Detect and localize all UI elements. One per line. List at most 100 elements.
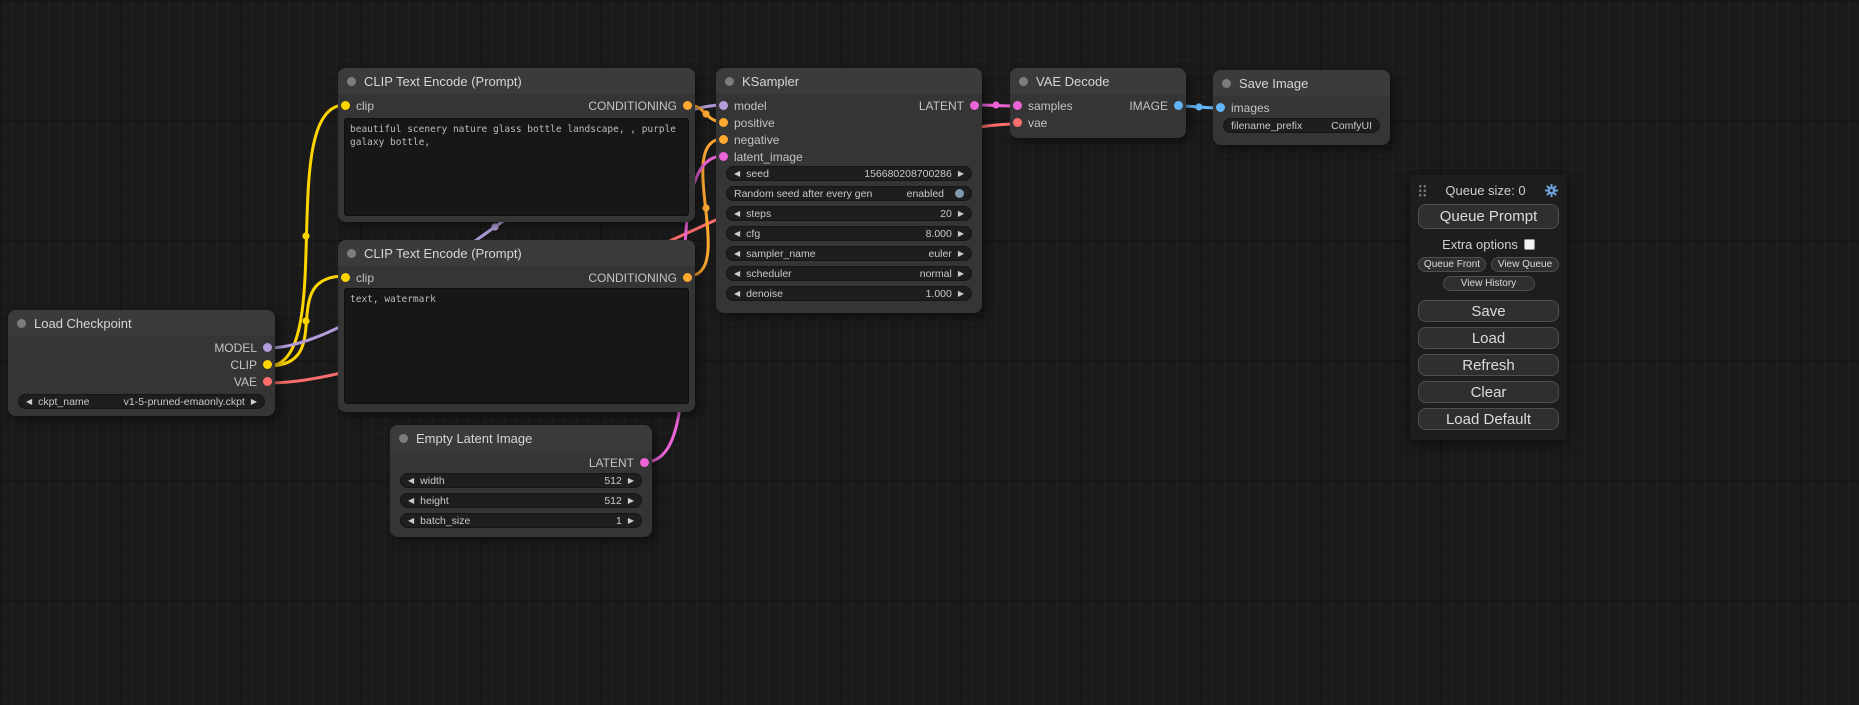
widget-value: 512 — [604, 475, 622, 487]
settings-gear-icon[interactable] — [1544, 183, 1559, 198]
queue-front-button[interactable]: Queue Front — [1418, 257, 1486, 272]
node-status-dot[interactable] — [1222, 79, 1231, 88]
output-slot-conditioning[interactable] — [683, 101, 692, 110]
extra-options-label: Extra options — [1442, 237, 1518, 252]
input-slot-clip[interactable] — [341, 101, 350, 110]
input-slot-vae[interactable] — [1013, 118, 1022, 127]
widget-value: 512 — [604, 495, 622, 507]
node-status-dot[interactable] — [347, 77, 356, 86]
input-slot-positive[interactable] — [719, 118, 728, 127]
increment-arrow-icon[interactable]: ▶ — [958, 230, 964, 238]
widget-denoise[interactable]: ◀ denoise 1.000 ▶ — [726, 286, 972, 301]
node-clip-text-encode-positive[interactable]: CLIP Text Encode (Prompt) clip CONDITION… — [338, 68, 695, 222]
decrement-arrow-icon[interactable]: ◀ — [734, 250, 740, 258]
output-slot-vae[interactable] — [263, 377, 272, 386]
widget-random-seed-toggle[interactable]: Random seed after every gen enabled — [726, 186, 972, 201]
widget-batch-size[interactable]: ◀ batch_size 1 ▶ — [400, 513, 642, 528]
node-title: Load Checkpoint — [34, 316, 132, 331]
output-slot-latent[interactable] — [970, 101, 979, 110]
increment-arrow-icon[interactable]: ▶ — [628, 517, 634, 525]
decrement-arrow-icon[interactable]: ◀ — [408, 517, 414, 525]
widget-steps[interactable]: ◀ steps 20 ▶ — [726, 206, 972, 221]
queue-prompt-button[interactable]: Queue Prompt — [1418, 204, 1559, 229]
node-title-bar[interactable]: KSampler — [716, 68, 982, 94]
widget-name: batch_size — [420, 515, 470, 527]
widget-ckpt-name[interactable]: ◀ ckpt_name v1-5-pruned-emaonly.ckpt ▶ — [18, 394, 265, 409]
widget-value: v1-5-pruned-emaonly.ckpt — [124, 396, 245, 408]
decrement-arrow-icon[interactable]: ◀ — [734, 170, 740, 178]
node-clip-text-encode-negative[interactable]: CLIP Text Encode (Prompt) clip CONDITION… — [338, 240, 695, 412]
widget-filename-prefix[interactable]: filename_prefix ComfyUI — [1223, 118, 1380, 133]
output-slot-conditioning[interactable] — [683, 273, 692, 282]
save-button[interactable]: Save — [1418, 300, 1559, 322]
widget-width[interactable]: ◀ width 512 ▶ — [400, 473, 642, 488]
view-queue-button[interactable]: View Queue — [1491, 257, 1559, 272]
decrement-arrow-icon[interactable]: ◀ — [734, 270, 740, 278]
input-label-model: model — [734, 99, 767, 113]
increment-arrow-icon[interactable]: ▶ — [628, 477, 634, 485]
widget-name: seed — [746, 168, 769, 180]
node-graph-canvas[interactable]: Load Checkpoint MODEL CLIP VAE ◀ ckpt_na… — [0, 0, 1859, 705]
output-slot-model[interactable] — [263, 343, 272, 352]
input-slot-images[interactable] — [1216, 103, 1225, 112]
widget-cfg[interactable]: ◀ cfg 8.000 ▶ — [726, 226, 972, 241]
increment-arrow-icon[interactable]: ▶ — [958, 290, 964, 298]
input-slot-samples[interactable] — [1013, 101, 1022, 110]
toggle-indicator-icon[interactable] — [955, 189, 964, 198]
input-slot-negative[interactable] — [719, 135, 728, 144]
node-save-image[interactable]: Save Image images filename_prefix ComfyU… — [1213, 70, 1390, 145]
decrement-arrow-icon[interactable]: ◀ — [734, 290, 740, 298]
output-slot-clip[interactable] — [263, 360, 272, 369]
node-title-bar[interactable]: Empty Latent Image — [390, 425, 652, 451]
output-label-conditioning: CONDITIONING — [588, 99, 677, 113]
node-vae-decode[interactable]: VAE Decode samples IMAGE vae — [1010, 68, 1186, 138]
node-title-bar[interactable]: CLIP Text Encode (Prompt) — [338, 68, 695, 94]
node-status-dot[interactable] — [17, 319, 26, 328]
increment-arrow-icon[interactable]: ▶ — [958, 250, 964, 258]
output-slot-latent[interactable] — [640, 458, 649, 467]
widget-seed[interactable]: ◀ seed 156680208700286 ▶ — [726, 166, 972, 181]
extra-options-checkbox[interactable] — [1524, 239, 1535, 250]
widget-name: ckpt_name — [38, 396, 89, 408]
decrement-arrow-icon[interactable]: ◀ — [408, 477, 414, 485]
clear-button[interactable]: Clear — [1418, 381, 1559, 403]
node-status-dot[interactable] — [399, 434, 408, 443]
node-status-dot[interactable] — [725, 77, 734, 86]
node-title-bar[interactable]: VAE Decode — [1010, 68, 1186, 94]
positive-prompt-textarea[interactable]: beautiful scenery nature glass bottle la… — [344, 118, 689, 216]
widget-height[interactable]: ◀ height 512 ▶ — [400, 493, 642, 508]
decrement-arrow-icon[interactable]: ◀ — [408, 497, 414, 505]
node-title-bar[interactable]: Save Image — [1213, 70, 1390, 96]
load-button[interactable]: Load — [1418, 327, 1559, 349]
input-label-clip: clip — [356, 99, 374, 113]
input-slot-clip[interactable] — [341, 273, 350, 282]
input-slot-latent-image[interactable] — [719, 152, 728, 161]
load-default-button[interactable]: Load Default — [1418, 408, 1559, 430]
node-status-dot[interactable] — [1019, 77, 1028, 86]
drag-handle-icon[interactable] — [1418, 184, 1427, 197]
widget-name: filename_prefix — [1231, 120, 1302, 132]
node-title-bar[interactable]: CLIP Text Encode (Prompt) — [338, 240, 695, 266]
node-title-bar[interactable]: Load Checkpoint — [8, 310, 275, 336]
negative-prompt-textarea[interactable]: text, watermark — [344, 288, 689, 404]
node-ksampler[interactable]: KSampler model LATENT positive negative — [716, 68, 982, 313]
widget-sampler-name[interactable]: ◀ sampler_name euler ▶ — [726, 246, 972, 261]
increment-arrow-icon[interactable]: ▶ — [958, 210, 964, 218]
widget-scheduler[interactable]: ◀ scheduler normal ▶ — [726, 266, 972, 281]
node-empty-latent-image[interactable]: Empty Latent Image LATENT ◀ width 512 ▶ … — [390, 425, 652, 537]
increment-arrow-icon[interactable]: ▶ — [628, 497, 634, 505]
node-load-checkpoint[interactable]: Load Checkpoint MODEL CLIP VAE ◀ ckpt_na… — [8, 310, 275, 416]
view-history-button[interactable]: View History — [1443, 276, 1535, 291]
decrement-arrow-icon[interactable]: ◀ — [26, 398, 32, 406]
decrement-arrow-icon[interactable]: ◀ — [734, 210, 740, 218]
increment-arrow-icon[interactable]: ▶ — [958, 270, 964, 278]
increment-arrow-icon[interactable]: ▶ — [958, 170, 964, 178]
input-label-samples: samples — [1028, 99, 1073, 113]
output-slot-image[interactable] — [1174, 101, 1183, 110]
input-slot-model[interactable] — [719, 101, 728, 110]
refresh-button[interactable]: Refresh — [1418, 354, 1559, 376]
widget-value: normal — [920, 268, 952, 280]
node-status-dot[interactable] — [347, 249, 356, 258]
decrement-arrow-icon[interactable]: ◀ — [734, 230, 740, 238]
increment-arrow-icon[interactable]: ▶ — [251, 398, 257, 406]
